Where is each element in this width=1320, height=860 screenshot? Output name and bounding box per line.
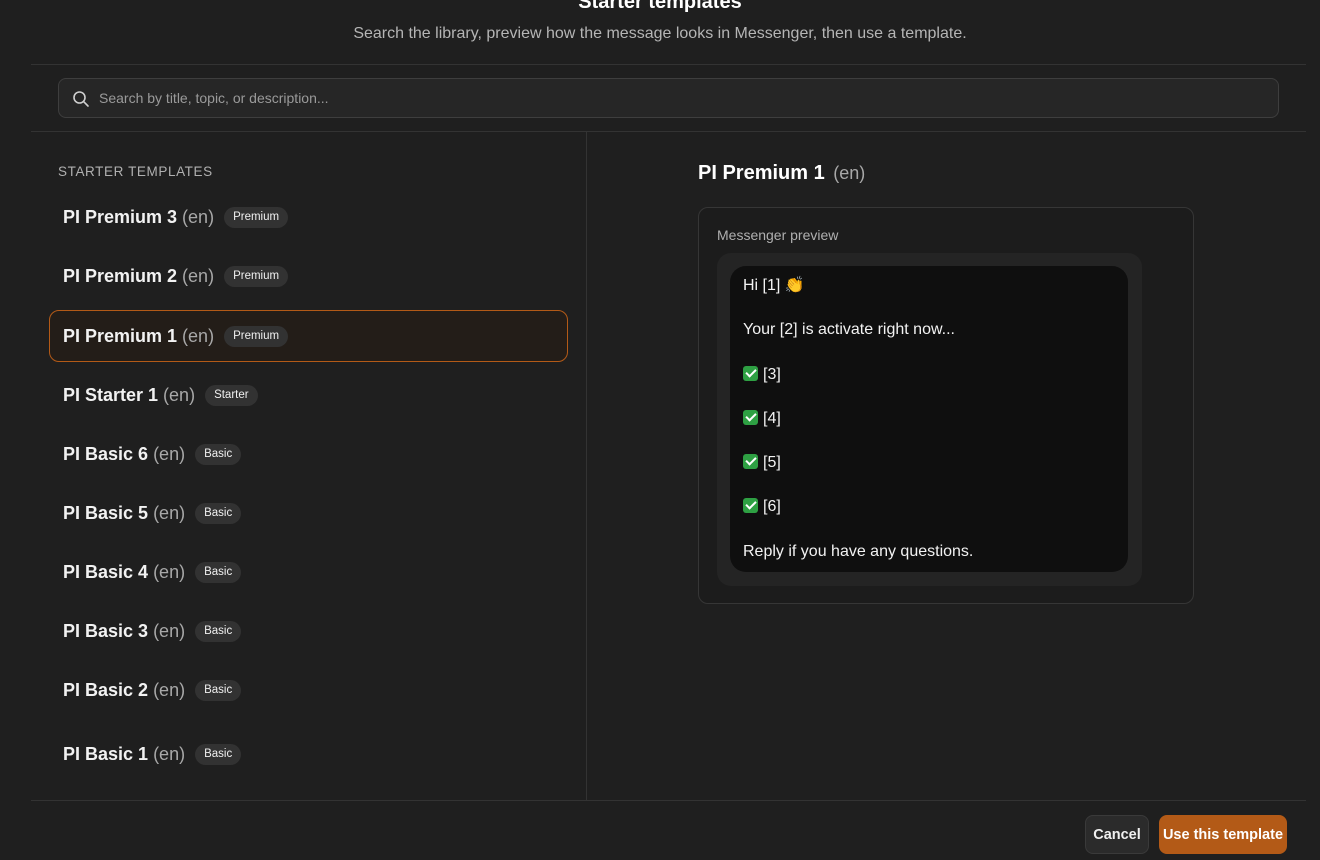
message-line: [6] <box>743 497 1115 541</box>
template-lang: (en) <box>153 502 186 523</box>
preview-pane: PI Premium 1 (en) Messenger preview Hi [… <box>587 132 1306 800</box>
message-line-text: [6] <box>763 498 781 516</box>
tier-badge: Basic <box>195 443 242 465</box>
template-lang: (en) <box>153 620 186 641</box>
template-name: PI Basic 4 <box>63 561 149 582</box>
message-line: [4] <box>743 409 1115 453</box>
tier-badge: Basic <box>195 679 242 701</box>
message-line: Reply if you have any questions. <box>743 542 1115 564</box>
tier-badge: Basic <box>195 743 242 765</box>
tier-badge: Premium <box>224 265 289 287</box>
message-line-text: Hi [1] 👏 <box>743 277 805 294</box>
template-name: PI Starter 1 <box>63 384 159 405</box>
template-list-item[interactable]: PI Premium 3 (en) Premium <box>49 191 568 243</box>
preview-template-name: PI Premium 1 <box>698 162 825 184</box>
message-line-text: [3] <box>763 365 781 383</box>
tier-badge: Basic <box>195 561 242 583</box>
template-lang: (en) <box>153 679 186 700</box>
cancel-button[interactable]: Cancel <box>1085 815 1149 854</box>
preview-template-lang: (en) <box>833 163 866 183</box>
template-list-item[interactable]: PI Basic 5 (en) Basic <box>49 487 568 539</box>
divider <box>31 800 1306 801</box>
template-list-item[interactable]: PI Premium 2 (en) Premium <box>49 250 568 302</box>
divider <box>31 64 1306 65</box>
message-line: [3] <box>743 365 1115 409</box>
check-mark-icon <box>743 454 758 470</box>
template-lang: (en) <box>182 325 215 346</box>
messenger-preview-label: Messenger preview <box>717 227 839 243</box>
template-list-item[interactable]: PI Basic 3 (en) Basic <box>49 605 568 657</box>
message-bubble: Hi [1] 👏 Your [2] is activate right now..… <box>730 266 1128 572</box>
template-list-item[interactable]: PI Premium 1 (en) Premium <box>49 310 568 362</box>
template-lang: (en) <box>153 561 186 582</box>
check-mark-icon <box>743 409 758 425</box>
check-mark-icon <box>743 365 758 381</box>
message-line: Hi [1] 👏 <box>743 276 1115 320</box>
message-line-text: Your [2] is activate right now... <box>743 321 955 339</box>
search-box[interactable] <box>58 78 1279 118</box>
messenger-preview-card: Messenger preview Hi [1] 👏 Your [2] is ac… <box>698 207 1194 604</box>
template-name: PI Basic 6 <box>63 443 149 464</box>
template-lang: (en) <box>182 206 215 227</box>
starter-templates-modal: Starter templates Search the library, pr… <box>0 0 1320 860</box>
template-name: PI Basic 3 <box>63 620 149 641</box>
message-line: [5] <box>743 453 1115 497</box>
tier-badge: Starter <box>205 384 258 406</box>
template-name: PI Basic 1 <box>63 743 149 764</box>
template-lang: (en) <box>182 265 215 286</box>
template-list-item[interactable]: PI Basic 2 (en) Basic <box>49 664 568 716</box>
template-list-pane: STARTER TEMPLATES PI Premium 3 (en) Premiu… <box>31 132 586 800</box>
template-name: PI Basic 5 <box>63 502 149 523</box>
template-name: PI Premium 3 <box>63 206 178 227</box>
template-lang: (en) <box>153 743 186 764</box>
message-line-text: [4] <box>763 409 781 427</box>
template-name: PI Premium 1 <box>63 325 178 346</box>
tier-badge: Premium <box>224 325 289 347</box>
modal-subtitle: Search the library, preview how the mess… <box>353 25 967 42</box>
search-input[interactable] <box>99 79 1269 117</box>
search-icon <box>73 91 89 107</box>
template-name: PI Basic 2 <box>63 679 149 700</box>
template-list-item[interactable]: PI Basic 1 (en) Basic <box>49 728 568 780</box>
template-lang: (en) <box>163 384 196 405</box>
template-list-item[interactable]: PI Basic 4 (en) Basic <box>49 546 568 598</box>
check-mark-icon <box>743 498 758 514</box>
template-name: PI Premium 2 <box>63 265 178 286</box>
tier-badge: Premium <box>224 206 289 228</box>
modal-title: Starter templates <box>578 0 742 13</box>
message-line-text: [5] <box>763 454 781 472</box>
messenger-frame: Hi [1] 👏 Your [2] is activate right now..… <box>717 253 1142 586</box>
template-list-item[interactable]: PI Basic 6 (en) Basic <box>49 428 568 480</box>
preview-title: PI Premium 1 (en) <box>698 162 865 185</box>
tier-badge: Basic <box>195 620 242 642</box>
tier-badge: Basic <box>195 502 242 524</box>
template-list-item[interactable]: PI Starter 1 (en) Starter <box>49 369 568 421</box>
section-label: STARTER TEMPLATES <box>58 164 213 179</box>
message-line: Your [2] is activate right now... <box>743 320 1115 364</box>
template-lang: (en) <box>153 443 186 464</box>
message-line-text: Reply if you have any questions. <box>743 542 974 560</box>
use-template-button[interactable]: Use this template <box>1159 815 1287 854</box>
